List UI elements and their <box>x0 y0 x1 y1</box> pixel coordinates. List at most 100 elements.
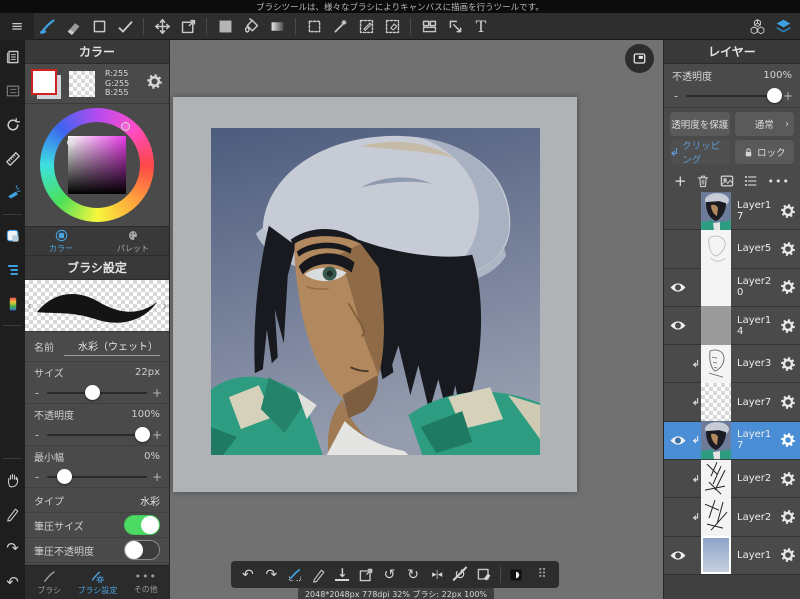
material-panel-button[interactable] <box>744 13 770 40</box>
eyedropper-button[interactable] <box>0 497 25 531</box>
hand-tool-button[interactable] <box>0 463 25 497</box>
transparent-color-swatch[interactable] <box>69 70 95 97</box>
layer-settings-button[interactable] <box>775 509 800 525</box>
minwidth-slider-knob[interactable] <box>57 469 72 484</box>
flip-horizontal-button[interactable]: ▸|◂ <box>425 561 449 588</box>
layer-row[interactable]: Layer17 <box>664 192 800 231</box>
save-button[interactable]: ↓ <box>330 561 354 588</box>
brush-name-row[interactable]: 名前 水彩（ウェット） <box>25 332 169 362</box>
move-tool-button[interactable] <box>149 13 175 40</box>
invert-view-button[interactable] <box>505 561 529 588</box>
select-pen-button[interactable] <box>353 13 379 40</box>
duplicate-layer-button[interactable] <box>719 173 735 189</box>
tab-color[interactable]: カラー <box>25 227 97 255</box>
color-panel-toggle[interactable] <box>0 219 25 253</box>
reset-view-button[interactable] <box>0 108 25 142</box>
blend-mode-button[interactable]: 通常 › <box>734 112 794 136</box>
size-slider-knob[interactable] <box>85 385 100 400</box>
sv-marker[interactable] <box>67 138 76 147</box>
opacity-slider[interactable] <box>47 427 150 442</box>
visibility-toggle[interactable] <box>664 319 691 332</box>
gradient-tool-button[interactable] <box>264 13 290 40</box>
bucket-tool-button[interactable] <box>238 13 264 40</box>
opacity-minus-button[interactable]: - <box>32 428 42 442</box>
airbrush-button[interactable] <box>0 176 25 210</box>
layer-settings-button[interactable] <box>775 203 800 219</box>
brush-type-row[interactable]: タイプ 水彩 <box>25 488 169 513</box>
select-tool-button[interactable] <box>301 13 327 40</box>
layer-settings-button[interactable] <box>775 471 800 487</box>
sidebar-undo-button[interactable]: ↶ <box>0 565 25 599</box>
minwidth-minus-button[interactable]: - <box>32 470 42 484</box>
layer-opacity-minus[interactable]: - <box>671 89 681 103</box>
pen-mode-button[interactable] <box>307 561 331 588</box>
brush-preview[interactable]: ‹ › <box>25 280 169 332</box>
layer-settings-button[interactable] <box>775 279 800 295</box>
opacity-slider-knob[interactable] <box>135 427 150 442</box>
add-layer-button[interactable]: + <box>674 172 687 190</box>
layer-settings-button[interactable] <box>775 318 800 334</box>
layer-settings-button[interactable] <box>775 547 800 563</box>
protect-alpha-button[interactable]: 透明度を保護 <box>670 112 730 136</box>
brush-tool-button[interactable] <box>34 13 60 40</box>
canvas[interactable] <box>173 97 577 492</box>
shape-tool-button[interactable] <box>86 13 112 40</box>
layer-settings-button[interactable] <box>775 432 800 448</box>
layer-row[interactable]: Layer7 <box>664 382 800 422</box>
saturation-value-square[interactable] <box>68 136 126 194</box>
tab-other[interactable]: ••• その他 <box>122 566 169 599</box>
hide-panels-button[interactable] <box>625 44 654 73</box>
layer-opacity-slider[interactable] <box>686 88 782 103</box>
lock-button[interactable]: ロック <box>734 140 794 164</box>
tab-palette[interactable]: パレット <box>97 227 169 255</box>
transform-tool-button[interactable] <box>175 13 201 40</box>
size-plus-button[interactable]: + <box>152 386 162 400</box>
operate-tool-button[interactable] <box>442 13 468 40</box>
export-button[interactable] <box>354 561 378 588</box>
pressure-size-toggle[interactable] <box>124 515 160 535</box>
layer-settings-button[interactable] <box>775 394 800 410</box>
visibility-toggle[interactable] <box>664 549 691 562</box>
sidebar-redo-button[interactable]: ↷ <box>0 531 25 565</box>
rotate-cw-button[interactable]: ↻ <box>401 561 425 588</box>
hue-marker[interactable] <box>121 122 130 131</box>
color-wheel[interactable] <box>25 104 169 226</box>
layer-row[interactable]: Layer20 <box>664 268 800 307</box>
tab-brush-settings[interactable]: ブラシ設定 <box>73 566 121 599</box>
divide-tool-button[interactable] <box>416 13 442 40</box>
layers-panel-button[interactable] <box>770 13 796 40</box>
clear-button[interactable] <box>472 561 496 588</box>
undo-button[interactable]: ↶ <box>236 561 260 588</box>
palette-toggle[interactable] <box>0 287 25 321</box>
size-minus-button[interactable]: - <box>32 386 42 400</box>
eraser-tool-button[interactable] <box>60 13 86 40</box>
rotate-ccw-button[interactable]: ↺ <box>378 561 402 588</box>
next-brush-button[interactable]: › <box>162 299 167 313</box>
size-slider[interactable] <box>47 385 147 400</box>
layer-more-button[interactable]: ••• <box>768 175 790 188</box>
layer-row[interactable]: Layer1 <box>664 536 800 575</box>
layer-settings-button[interactable] <box>775 356 800 372</box>
layer-row[interactable]: Layer2 <box>664 497 800 537</box>
minwidth-slider[interactable] <box>47 469 147 484</box>
canvas-artwork[interactable] <box>211 128 540 455</box>
curve-tool-button[interactable] <box>112 13 138 40</box>
delete-layer-button[interactable] <box>695 173 711 189</box>
layer-row[interactable]: Layer2 <box>664 459 800 499</box>
color-settings-button[interactable] <box>146 73 163 94</box>
pages-button[interactable] <box>0 40 25 74</box>
visibility-toggle[interactable] <box>664 281 691 294</box>
select-eraser-button[interactable] <box>379 13 405 40</box>
tab-brush[interactable]: ブラシ <box>25 566 73 599</box>
select-panel-button[interactable] <box>0 74 25 108</box>
layer-list-button[interactable] <box>743 173 759 189</box>
visibility-toggle[interactable] <box>664 434 691 447</box>
layer-opacity-knob[interactable] <box>766 88 782 103</box>
minwidth-plus-button[interactable]: + <box>152 470 162 484</box>
magic-wand-button[interactable] <box>327 13 353 40</box>
opacity-plus-button[interactable]: + <box>152 428 162 442</box>
layer-row[interactable]: Layer14 <box>664 306 800 346</box>
prev-brush-button[interactable]: ‹ <box>27 299 32 313</box>
brush-list-toggle[interactable] <box>0 253 25 287</box>
layer-row[interactable]: Layer5 <box>664 229 800 269</box>
